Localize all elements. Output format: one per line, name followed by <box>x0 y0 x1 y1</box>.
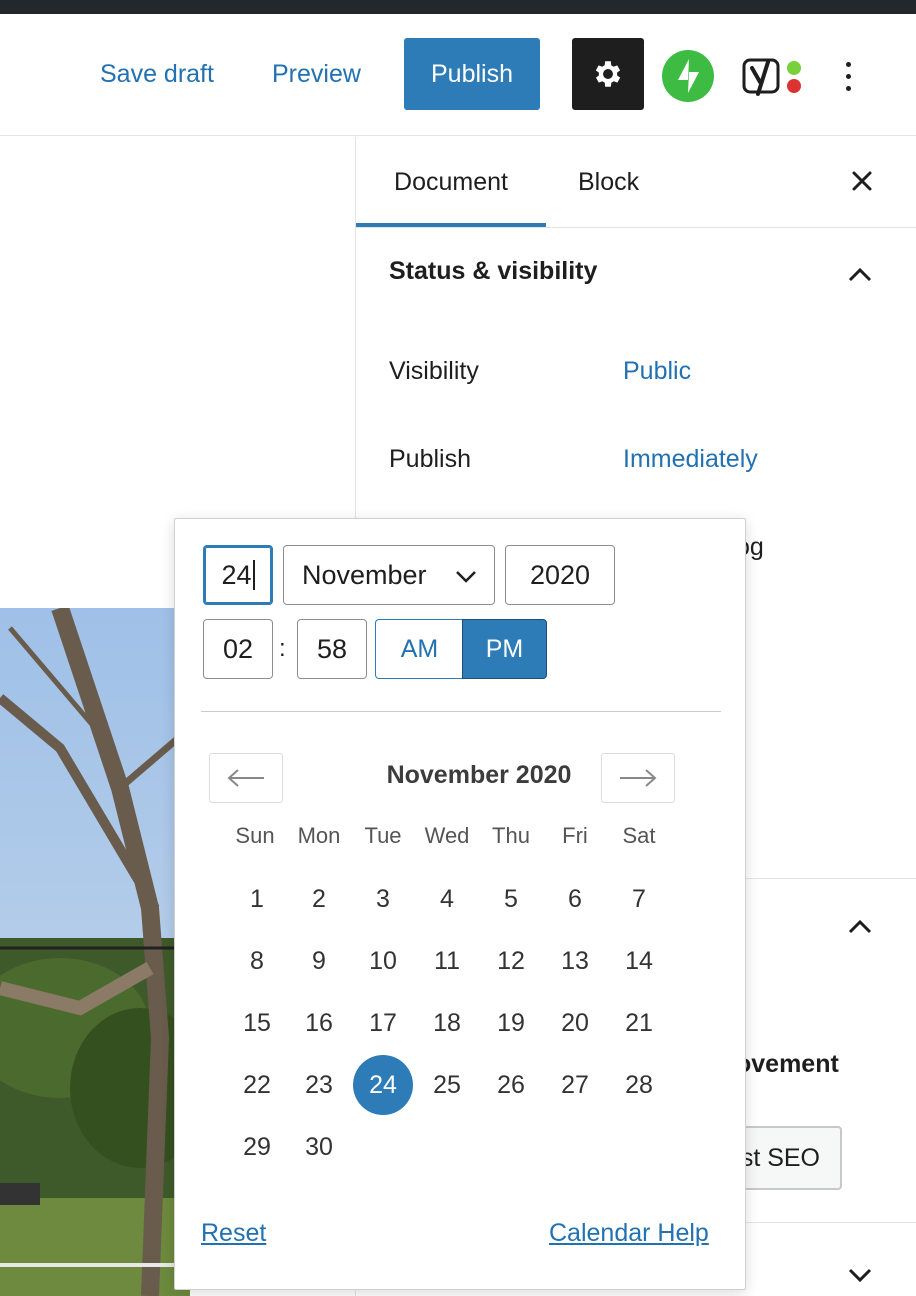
more-options-button[interactable] <box>828 50 868 102</box>
arrow-left-icon <box>227 769 264 787</box>
pm-button[interactable]: PM <box>462 619 547 679</box>
calendar-day[interactable]: 9 <box>289 931 349 991</box>
calendar-day-selected[interactable]: 24 <box>353 1055 413 1115</box>
calendar-day[interactable]: 10 <box>353 931 413 991</box>
hour-input[interactable]: 02 <box>203 619 273 679</box>
calendar-day[interactable]: 17 <box>353 993 413 1053</box>
preview-button[interactable]: Preview <box>272 38 361 110</box>
top-admin-strip <box>0 0 916 14</box>
calendar-day[interactable]: 28 <box>609 1055 669 1115</box>
calendar-day[interactable]: 6 <box>545 869 605 929</box>
weekday-label: Sun <box>235 823 275 848</box>
weekday-label: Thu <box>492 823 530 848</box>
calendar-day[interactable]: 15 <box>227 993 287 1053</box>
month-select[interactable]: November <box>283 545 495 605</box>
day-input[interactable]: 24 <box>203 545 273 605</box>
visibility-label: Visibility <box>389 357 479 385</box>
am-button[interactable]: AM <box>375 619 463 679</box>
weekday-label: Mon <box>297 823 341 848</box>
chevron-up-icon[interactable] <box>846 265 874 285</box>
weekday-label: Fri <box>562 823 588 848</box>
calendar-day[interactable]: 21 <box>609 993 669 1053</box>
calendar-help-link[interactable]: Calendar Help <box>549 1219 709 1248</box>
weekday-label: Sat <box>622 823 656 848</box>
calendar-day[interactable]: 8 <box>227 931 287 991</box>
year-input[interactable]: 2020 <box>505 545 615 605</box>
jetpack-icon <box>678 59 699 93</box>
reset-link[interactable]: Reset <box>201 1219 266 1248</box>
calendar-day[interactable]: 4 <box>417 869 477 929</box>
month-value: November <box>302 559 427 590</box>
calendar-day[interactable]: 12 <box>481 931 541 991</box>
visibility-toggle[interactable]: Public <box>623 357 691 386</box>
calendar-day[interactable]: 22 <box>227 1055 287 1115</box>
calendar-day[interactable]: 7 <box>609 869 669 929</box>
chevron-up-icon[interactable] <box>846 917 874 937</box>
yoast-button[interactable] <box>738 50 806 102</box>
yoast-icon <box>742 58 801 96</box>
post-image <box>0 608 190 1296</box>
calendar-day[interactable]: 30 <box>289 1117 349 1177</box>
weekday-label: Tue <box>364 823 402 848</box>
calendar-day[interactable]: 25 <box>417 1055 477 1115</box>
tab-block[interactable]: Block <box>578 137 639 227</box>
tab-document[interactable]: Document <box>356 137 546 227</box>
date-picker-popover: 24 November 2020 02 : 58 AM PM November … <box>174 518 746 1290</box>
gear-icon <box>595 61 621 87</box>
jetpack-button[interactable] <box>662 50 714 102</box>
calendar-day[interactable]: 18 <box>417 993 477 1053</box>
time-separator: : <box>279 635 286 662</box>
text-cursor <box>252 560 255 590</box>
calendar-day[interactable]: 5 <box>481 869 541 929</box>
calendar-day[interactable]: 16 <box>289 993 349 1053</box>
minute-input[interactable]: 58 <box>297 619 367 679</box>
weekday-label: Wed <box>424 823 470 848</box>
day-value: 24 <box>221 559 252 590</box>
calendar-day[interactable]: 27 <box>545 1055 605 1115</box>
next-month-button[interactable] <box>601 753 675 803</box>
calendar-day[interactable]: 11 <box>417 931 477 991</box>
save-draft-button[interactable]: Save draft <box>100 38 214 110</box>
previous-month-button[interactable] <box>209 753 283 803</box>
calendar-day[interactable]: 2 <box>289 869 349 929</box>
partial-heading: ovement <box>736 1050 839 1078</box>
chevron-down-icon[interactable] <box>846 1265 874 1285</box>
chevron-down-icon <box>456 571 476 583</box>
close-icon <box>852 171 872 191</box>
calendar-day[interactable]: 23 <box>289 1055 349 1115</box>
calendar-day[interactable]: 20 <box>545 993 605 1053</box>
calendar-day[interactable]: 26 <box>481 1055 541 1115</box>
calendar-day[interactable]: 3 <box>353 869 413 929</box>
calendar-day[interactable]: 1 <box>227 869 287 929</box>
publish-date-toggle[interactable]: Immediately <box>623 445 758 474</box>
arrow-right-icon <box>620 769 657 787</box>
publish-label: Publish <box>389 445 471 473</box>
more-vertical-icon <box>845 61 851 67</box>
editor-header: Save draft Preview Publish <box>0 14 916 136</box>
calendar-day[interactable]: 19 <box>481 993 541 1053</box>
close-sidebar-button[interactable] <box>846 165 878 197</box>
calendar-day[interactable]: 13 <box>545 931 605 991</box>
calendar-day[interactable]: 29 <box>227 1117 287 1177</box>
publish-button[interactable]: Publish <box>404 38 540 110</box>
calendar-day[interactable]: 14 <box>609 931 669 991</box>
picker-divider <box>201 711 721 712</box>
tabs-divider <box>356 227 916 228</box>
panel-title-status-visibility[interactable]: Status & visibility <box>389 257 597 286</box>
settings-button[interactable] <box>572 38 644 110</box>
